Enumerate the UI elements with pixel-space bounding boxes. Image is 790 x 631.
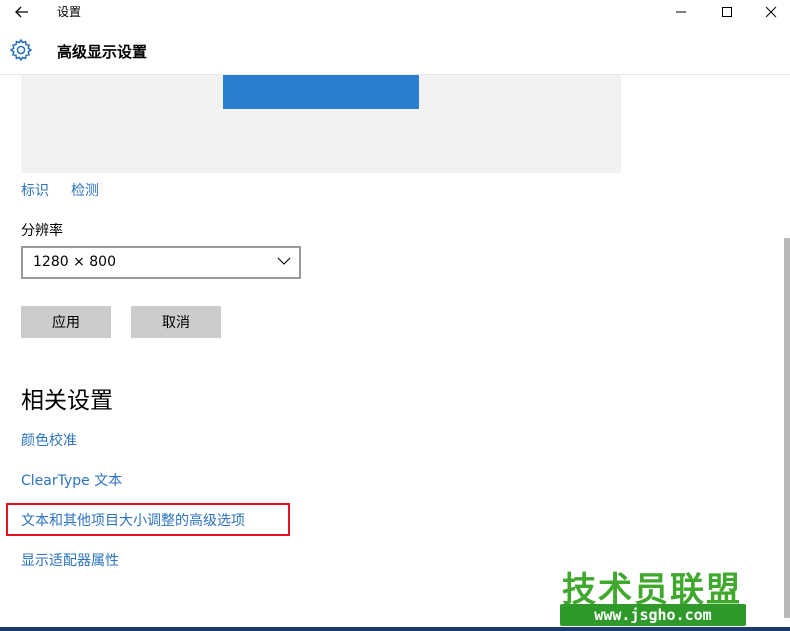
window-title: 设置 [57,5,82,19]
watermark: 技术员联盟 www.jsgho.com [558,562,748,628]
display-preview [21,75,621,173]
adapter-properties-link[interactable]: 显示适配器属性 [21,550,119,570]
maximize-button[interactable] [704,0,750,24]
color-calibration-link[interactable]: 颜色校准 [21,430,77,450]
title-bar: 设置 [0,0,790,24]
resolution-value: 1280 × 800 [33,254,116,270]
detect-link[interactable]: 检测 [71,180,99,200]
close-button[interactable] [748,0,790,24]
page-header: 高级显示设置 [0,24,790,75]
apply-button[interactable]: 应用 [21,306,111,338]
highlight-box [6,503,290,536]
cancel-button[interactable]: 取消 [131,306,221,338]
minimize-icon [676,11,686,13]
page-title: 高级显示设置 [57,43,148,61]
minimize-button[interactable] [658,0,704,24]
chevron-down-icon [277,257,291,265]
gear-icon [9,38,33,62]
watermark-url: www.jsgho.com [560,604,746,626]
identify-link[interactable]: 标识 [21,180,49,200]
close-icon [765,6,777,18]
back-button[interactable] [0,0,44,24]
resolution-dropdown[interactable]: 1280 × 800 [21,246,301,279]
back-arrow-icon [15,6,28,18]
maximize-icon [722,7,732,17]
scrollbar[interactable] [784,238,790,618]
resolution-label: 分辨率 [21,223,63,239]
monitor-tile[interactable] [223,75,419,109]
related-settings-heading: 相关设置 [21,388,113,414]
cleartype-link[interactable]: ClearType 文本 [21,470,122,490]
